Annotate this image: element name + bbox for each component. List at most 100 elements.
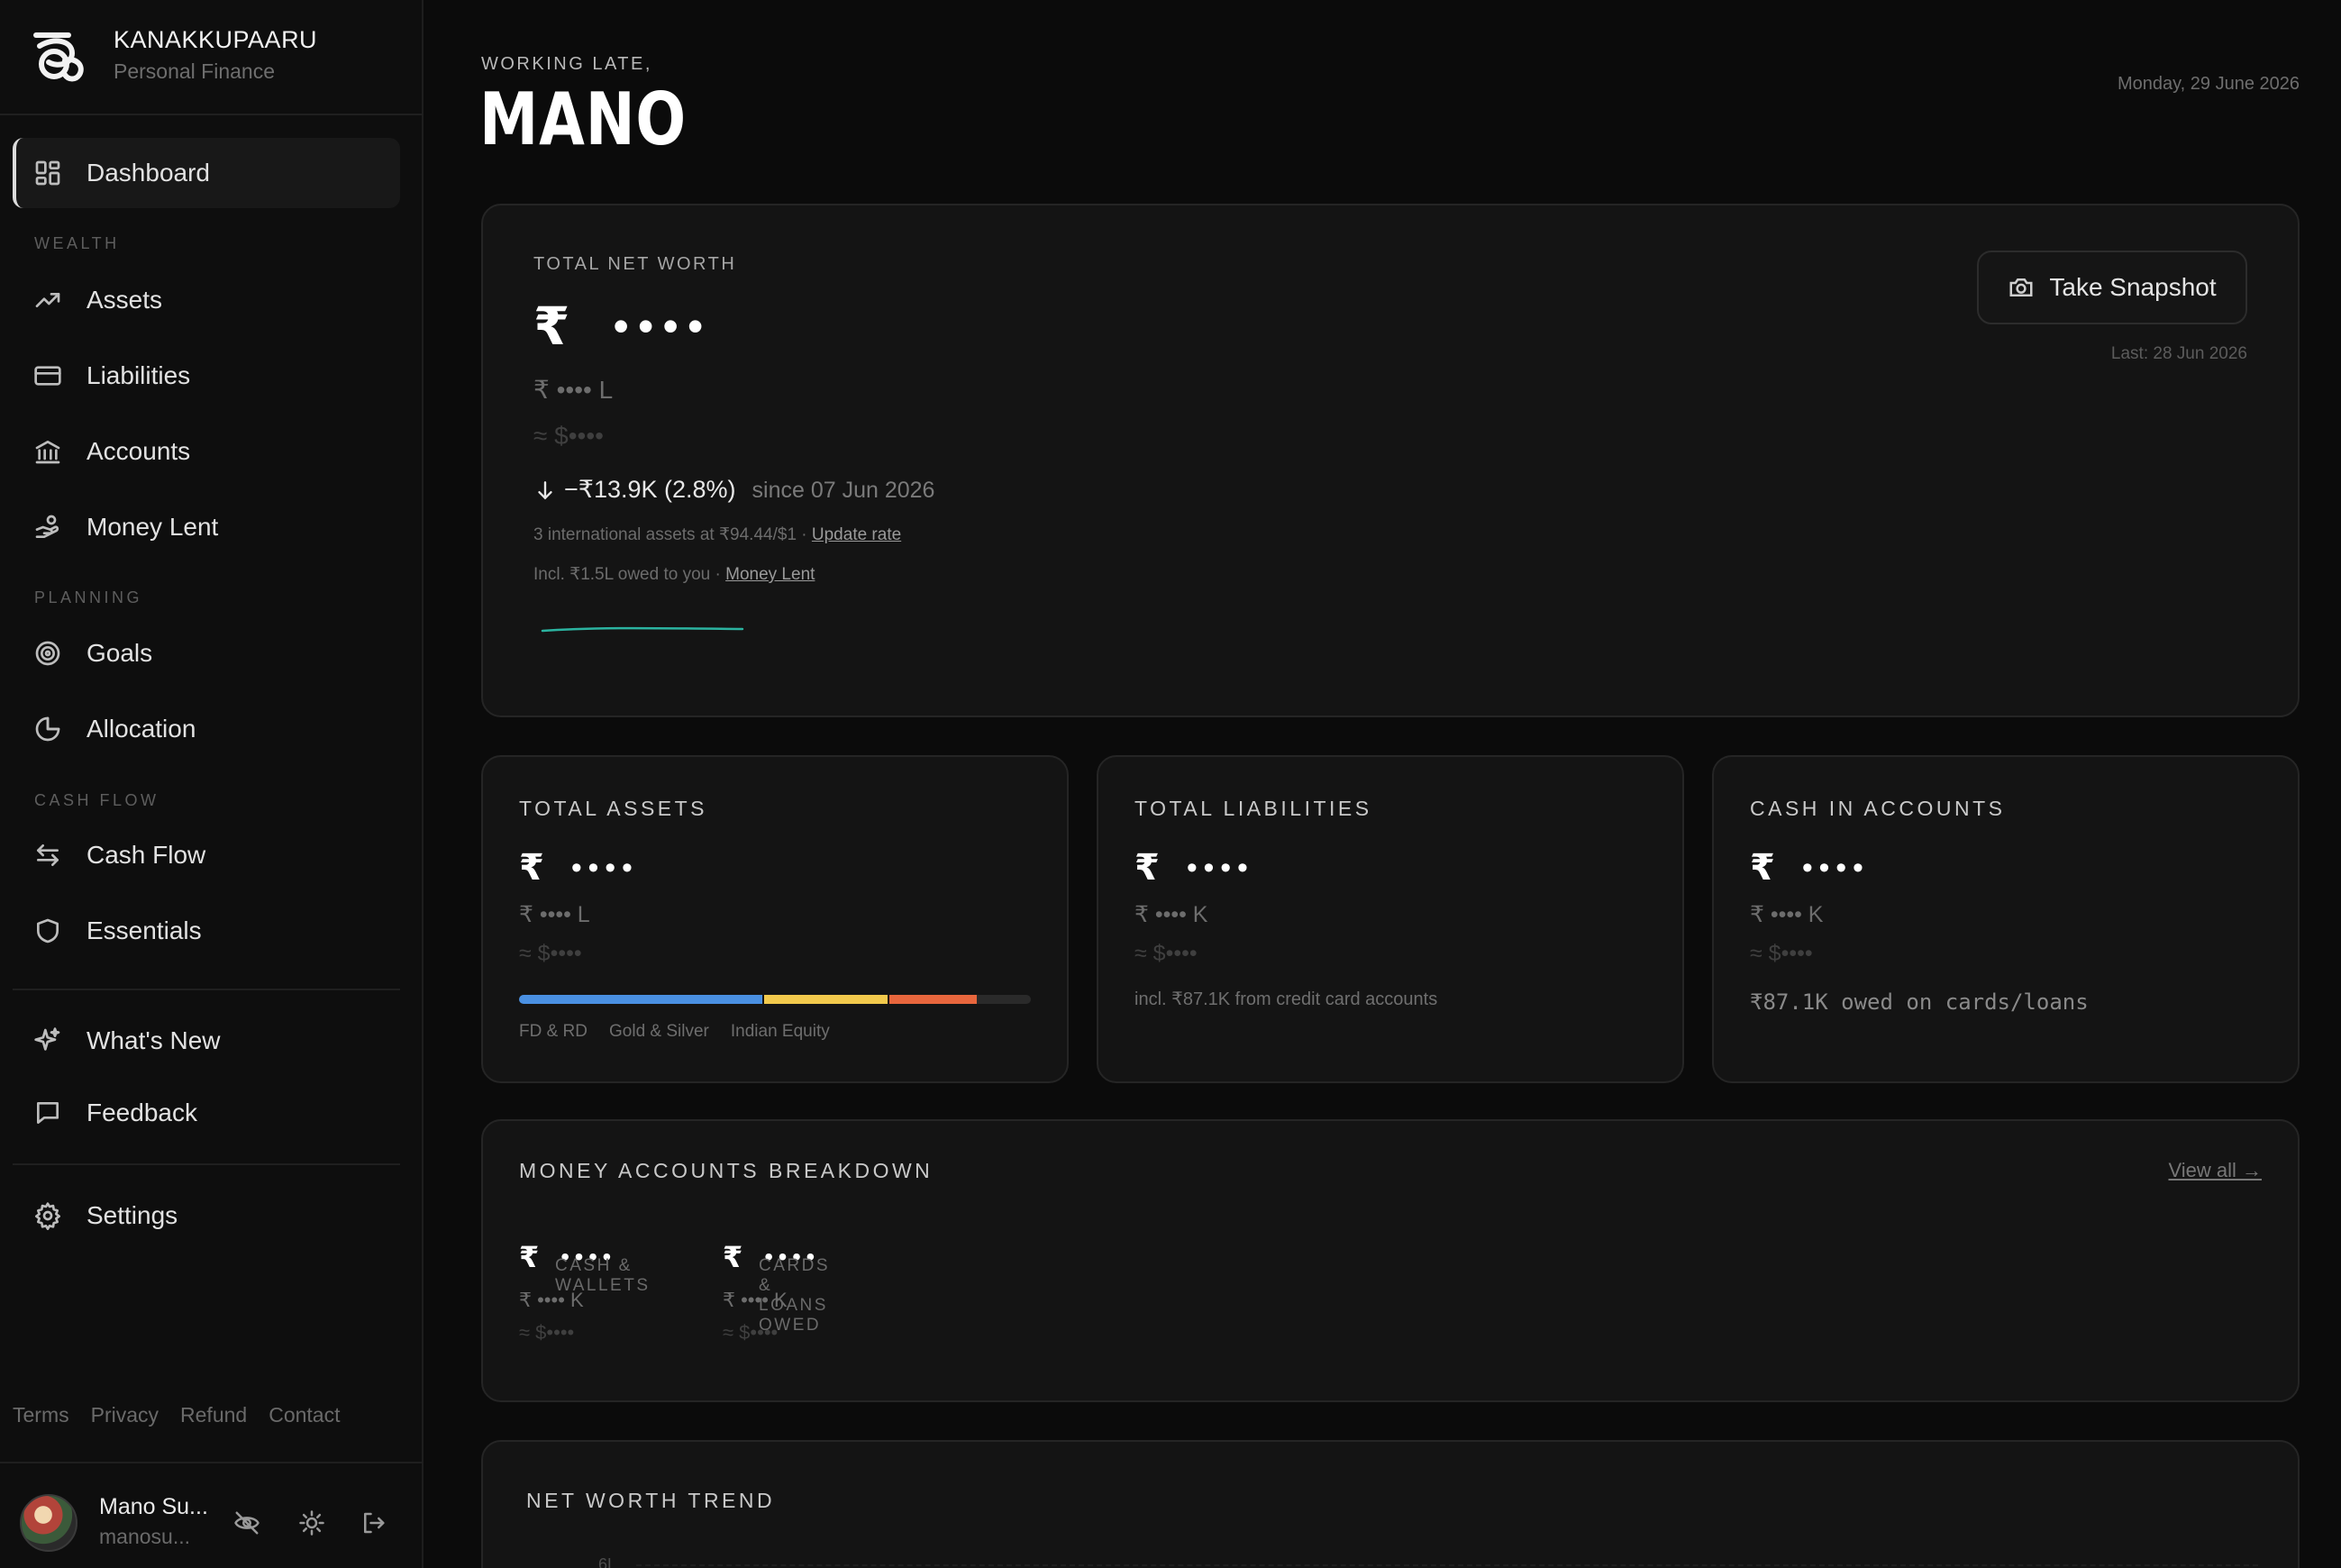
cash-in-accounts-note: ₹87.1K owed on cards/loans [1750,989,2089,1015]
cash-wallets-usd: ≈ $•••• [519,1321,575,1344]
sidebar-item-essentials[interactable]: Essentials [13,896,400,966]
take-snapshot-label: Take Snapshot [2049,273,2217,301]
sidebar-item-label: Feedback [87,1099,197,1126]
cash-in-accounts-compact: ₹ •••• K [1750,902,1824,927]
cards-loans-column[interactable]: CARDS & LOANS OWED ₹ •••• ₹ •••• K ≈ $••… [723,1218,828,1345]
sidebar-item-label: What's New [87,1026,221,1054]
change-value: −₹13.9K (2.8%) [564,476,736,503]
total-liabilities-card[interactable]: TOTAL LIABILITIES ₹ •••• ₹ •••• K ≈ $•••… [1097,755,1684,1083]
gear-icon [32,1200,63,1231]
sidebar-item-dashboard[interactable]: Dashboard [13,138,400,208]
sidebar-item-liabilities[interactable]: Liabilities [13,341,400,411]
allocation-legend-item: Gold & Silver [609,1022,709,1041]
allocation-legend-item: FD & RD [519,1022,588,1041]
rupee-symbol: ₹ [1134,848,1160,888]
user-name: Mano Su... [99,1494,208,1519]
sidebar-item-label: Cash Flow [87,841,206,869]
change-since: since 07 Jun 2026 [751,478,935,503]
logout-button[interactable] [355,1505,391,1541]
sidebar-item-money-lent[interactable]: Money Lent [13,492,400,562]
sidebar: KANAKKUPAARU Personal Finance Dashboard … [0,0,424,1568]
rupee-symbol: ₹ [723,1241,743,1273]
rupee-symbol: ₹ [519,848,544,888]
view-all-link[interactable]: View all → [2168,1159,2262,1182]
allocation-legend: FD & RD Gold & Silver Indian Equity [519,1022,830,1042]
sparkles-icon [32,1026,63,1056]
sidebar-item-label: Settings [87,1201,178,1229]
cash-wallets-column[interactable]: CASH & WALLETS ₹ •••• ₹ •••• K ≈ $•••• [519,1218,648,1345]
divider [13,1163,400,1165]
brand-name: KANAKKUPAARU [114,26,318,53]
greeting-subtitle: WORKING LATE, [481,54,652,74]
total-assets-label: TOTAL ASSETS [519,797,708,820]
arrow-down-icon [538,480,552,499]
cash-in-accounts-usd: ≈ $•••• [1750,941,1813,966]
credit-card-icon [32,360,63,391]
total-liabilities-compact: ₹ •••• K [1134,902,1208,927]
privacy-link[interactable]: Privacy [91,1403,159,1427]
net-worth-change: −₹13.9K (2.8%) since 07 Jun 2026 [533,476,934,504]
sidebar-item-assets[interactable]: Assets [13,265,400,335]
avatar[interactable] [20,1494,77,1552]
sun-icon [299,1510,324,1536]
sidebar-item-cash-flow[interactable]: Cash Flow [13,820,400,890]
cash-in-accounts-label: CASH IN ACCOUNTS [1750,797,2006,820]
money-accounts-card: MONEY ACCOUNTS BREAKDOWN View all → CASH… [481,1119,2300,1402]
sidebar-item-label: Dashboard [87,159,210,187]
snapshot-last-date: Last: 28 Jun 2026 [2110,344,2247,363]
user-email: manosu... [99,1525,190,1548]
cards-loans-label: CARDS & LOANS OWED [759,1256,831,1335]
camera-icon [2009,278,2033,296]
theme-toggle-button[interactable] [294,1505,330,1541]
net-worth-usd: ≈ $•••• [533,422,604,450]
masked-value: •••• [570,850,639,885]
brand-subtitle: Personal Finance [114,59,275,83]
pie-chart-icon [32,714,63,744]
contact-link[interactable]: Contact [269,1403,340,1427]
sidebar-item-accounts[interactable]: Accounts [13,416,400,487]
trend-axis-tick: 6L [598,1555,617,1568]
eye-off-icon [234,1511,260,1535]
cash-in-accounts-card[interactable]: CASH IN ACCOUNTS ₹ •••• ₹ •••• K ≈ $••••… [1712,755,2300,1083]
allocation-segment [519,995,762,1004]
total-liabilities-amount: ₹ •••• [1134,847,1254,889]
bank-icon [32,436,63,467]
net-worth-amount: ₹ •••• [533,296,712,357]
refund-link[interactable]: Refund [180,1403,247,1427]
sidebar-item-label: Assets [87,286,163,314]
sidebar-item-allocation[interactable]: Allocation [13,694,400,764]
target-icon [32,638,63,669]
take-snapshot-button[interactable]: Take Snapshot [1977,251,2247,324]
footer-links: Terms Privacy Refund Contact [13,1403,340,1427]
net-worth-compact: ₹ •••• L [533,376,614,404]
rupee-symbol: ₹ [1750,848,1775,888]
allocation-legend-item: Indian Equity [730,1022,830,1041]
net-worth-card: TOTAL NET WORTH ₹ •••• ₹ •••• L ≈ $•••• … [481,204,2300,717]
total-assets-usd: ≈ $•••• [519,941,582,966]
money-lent-text: Incl. ₹1.5L owed to you · [533,565,726,584]
sidebar-item-settings[interactable]: Settings [13,1181,400,1251]
section-label-cash-flow: CASH FLOW [34,791,159,809]
sidebar-item-whats-new[interactable]: What's New [13,1006,400,1076]
sidebar-item-feedback[interactable]: Feedback [13,1078,400,1148]
money-lent-link[interactable]: Money Lent [725,565,815,584]
cash-wallets-label: CASH & WALLETS [555,1256,651,1295]
brand-logo-icon [33,32,84,82]
money-accounts-label: MONEY ACCOUNTS BREAKDOWN [519,1159,934,1182]
net-worth-sparkline [541,626,744,633]
total-liabilities-label: TOTAL LIABILITIES [1134,797,1372,820]
total-assets-card[interactable]: TOTAL ASSETS ₹ •••• ₹ •••• L ≈ $•••• FD … [481,755,1069,1083]
sidebar-item-goals[interactable]: Goals [13,618,400,688]
money-lent-note: Incl. ₹1.5L owed to you · Money Lent [533,564,815,585]
brand[interactable]: KANAKKUPAARU Personal Finance [27,14,317,96]
current-date: Monday, 29 June 2026 [2117,74,2300,94]
update-rate-link[interactable]: Update rate [812,525,901,544]
hide-values-button[interactable] [229,1505,265,1541]
total-assets-compact: ₹ •••• L [519,902,590,927]
grid-icon [32,158,63,188]
terms-link[interactable]: Terms [13,1403,69,1427]
logout-icon [364,1512,385,1534]
total-assets-amount: ₹ •••• [519,847,639,889]
net-worth-label: TOTAL NET WORTH [533,254,737,274]
section-label-wealth: WEALTH [34,234,120,252]
